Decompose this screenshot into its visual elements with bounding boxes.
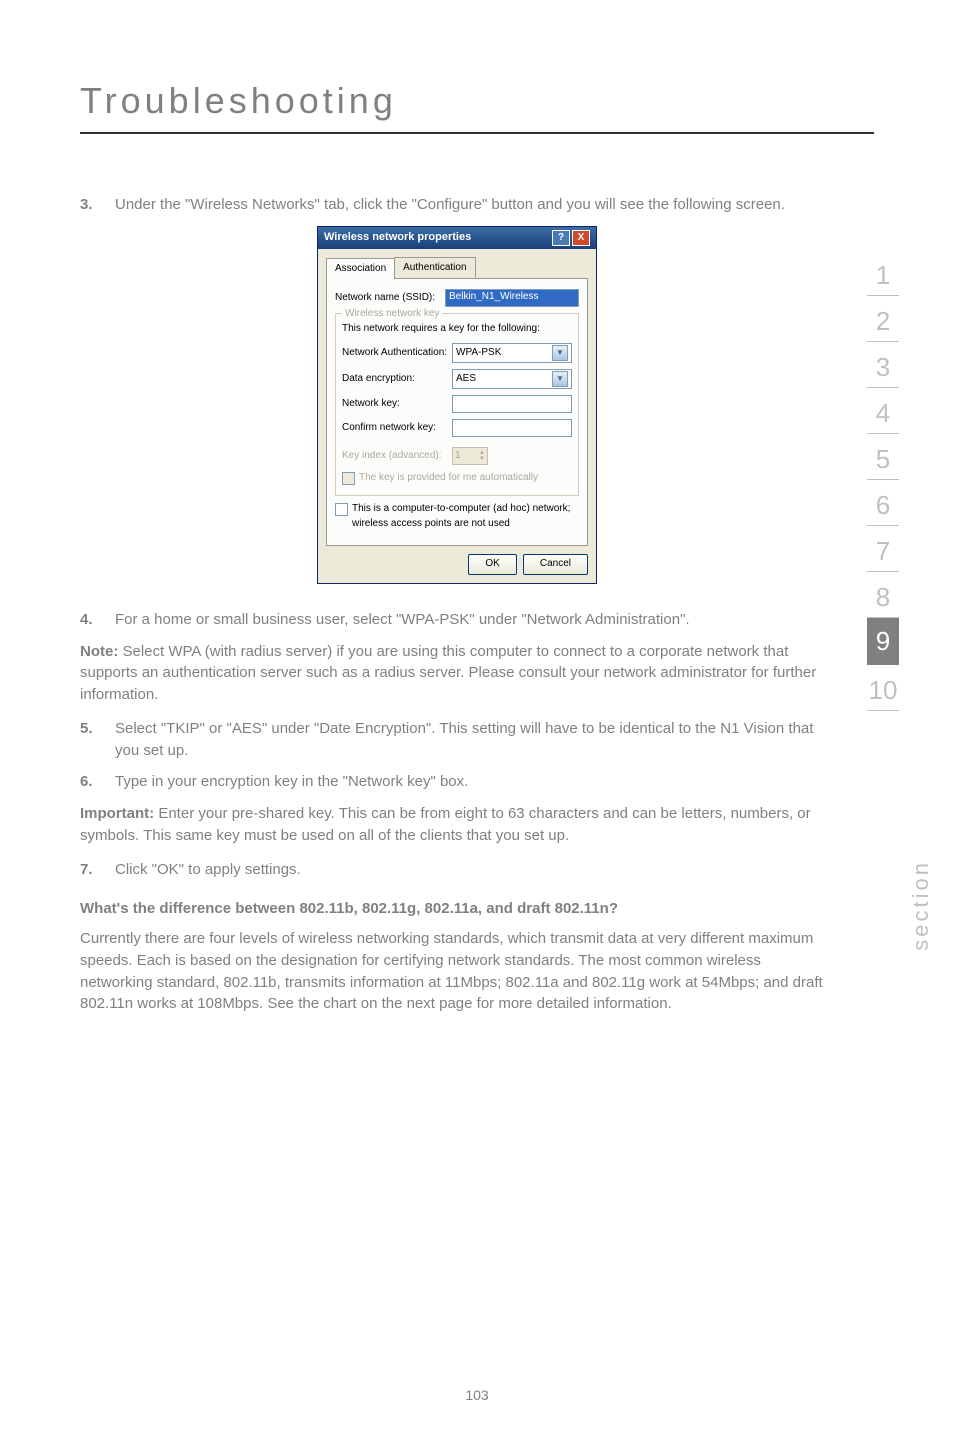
- note-paragraph: Note: Select WPA (with radius server) if…: [80, 641, 834, 706]
- section-sidebar: 1 2 3 4 5 6 7 8 9 10: [867, 250, 899, 711]
- sidebar-item-8: 8: [867, 572, 899, 618]
- auto-key-checkbox: [342, 472, 355, 485]
- step-number: 5.: [80, 718, 115, 762]
- note-text: Select WPA (with radius server) if you a…: [80, 643, 816, 704]
- tab-association[interactable]: Association: [326, 258, 395, 280]
- step-text: Type in your encryption key in the "Netw…: [115, 771, 834, 793]
- question-heading: What's the difference between 802.11b, 8…: [80, 898, 834, 920]
- confirm-input[interactable]: [452, 419, 572, 437]
- note-label: Note:: [80, 643, 118, 660]
- auth-select[interactable]: WPA-PSK ▼: [452, 343, 572, 363]
- tab-authentication[interactable]: Authentication: [394, 257, 475, 279]
- sidebar-item-2: 2: [867, 296, 899, 342]
- netkey-input[interactable]: [452, 395, 572, 413]
- sidebar-item-9: 9: [867, 618, 899, 665]
- step-number: 3.: [80, 194, 115, 216]
- step-number: 6.: [80, 771, 115, 793]
- ssid-label: Network name (SSID):: [335, 291, 445, 306]
- adhoc-checkbox[interactable]: [335, 503, 348, 516]
- step-text: For a home or small business user, selec…: [115, 609, 834, 631]
- step-number: 7.: [80, 859, 115, 881]
- important-text: Enter your pre-shared key. This can be f…: [80, 805, 811, 844]
- step-text: Under the "Wireless Networks" tab, click…: [115, 194, 834, 216]
- keyindex-label: Key index (advanced):: [342, 449, 452, 464]
- important-paragraph: Important: Enter your pre-shared key. Th…: [80, 803, 834, 847]
- wireless-key-group: Wireless network key This network requir…: [335, 313, 579, 496]
- sidebar-item-5: 5: [867, 434, 899, 480]
- sidebar-item-1: 1: [867, 250, 899, 296]
- important-label: Important:: [80, 805, 154, 822]
- step-text: Select "TKIP" or "AES" under "Date Encry…: [115, 718, 834, 762]
- section-label: section: [908, 860, 934, 951]
- encryption-label: Data encryption:: [342, 372, 452, 387]
- sidebar-item-7: 7: [867, 526, 899, 572]
- ok-button[interactable]: OK: [468, 554, 516, 575]
- encryption-value: AES: [456, 372, 476, 387]
- step-number: 4.: [80, 609, 115, 631]
- keyindex-value: 1: [455, 449, 461, 464]
- group-subheading: This network requires a key for the foll…: [342, 322, 572, 337]
- step-text: Click "OK" to apply settings.: [115, 859, 834, 881]
- answer-paragraph: Currently there are four levels of wirel…: [80, 928, 834, 1015]
- step-6: 6. Type in your encryption key in the "N…: [80, 771, 834, 793]
- auth-value: WPA-PSK: [456, 346, 501, 361]
- step-7: 7. Click "OK" to apply settings.: [80, 859, 834, 881]
- page-number: 103: [465, 1387, 488, 1403]
- sidebar-item-6: 6: [867, 480, 899, 526]
- group-title: Wireless network key: [342, 307, 442, 322]
- step-4: 4. For a home or small business user, se…: [80, 609, 834, 631]
- horizontal-rule: [80, 132, 874, 134]
- adhoc-label: This is a computer-to-computer (ad hoc) …: [352, 502, 579, 531]
- wireless-properties-dialog: Wireless network properties ? X Associat…: [317, 226, 597, 584]
- auto-key-label: The key is provided for me automatically: [359, 471, 538, 486]
- sidebar-item-3: 3: [867, 342, 899, 388]
- encryption-select[interactable]: AES ▼: [452, 369, 572, 389]
- sidebar-item-10: 10: [867, 665, 899, 711]
- main-content: 3. Under the "Wireless Networks" tab, cl…: [80, 194, 834, 1015]
- close-icon[interactable]: X: [572, 230, 590, 246]
- confirm-label: Confirm network key:: [342, 421, 452, 436]
- page-title: Troubleshooting: [80, 80, 954, 122]
- cancel-button[interactable]: Cancel: [523, 554, 588, 575]
- keyindex-spinner: 1 ▲▼: [452, 447, 488, 465]
- netkey-label: Network key:: [342, 397, 452, 412]
- ssid-input[interactable]: Belkin_N1_Wireless: [445, 289, 579, 307]
- dialog-title-text: Wireless network properties: [324, 230, 471, 246]
- help-icon[interactable]: ?: [552, 230, 570, 246]
- step-3: 3. Under the "Wireless Networks" tab, cl…: [80, 194, 834, 216]
- sidebar-item-4: 4: [867, 388, 899, 434]
- auth-label: Network Authentication:: [342, 346, 452, 361]
- dialog-tabs: Association Authentication: [326, 257, 588, 280]
- chevron-down-icon[interactable]: ▼: [552, 371, 568, 387]
- step-5: 5. Select "TKIP" or "AES" under "Date En…: [80, 718, 834, 762]
- chevron-down-icon[interactable]: ▼: [552, 345, 568, 361]
- dialog-title-bar: Wireless network properties ? X: [318, 227, 596, 249]
